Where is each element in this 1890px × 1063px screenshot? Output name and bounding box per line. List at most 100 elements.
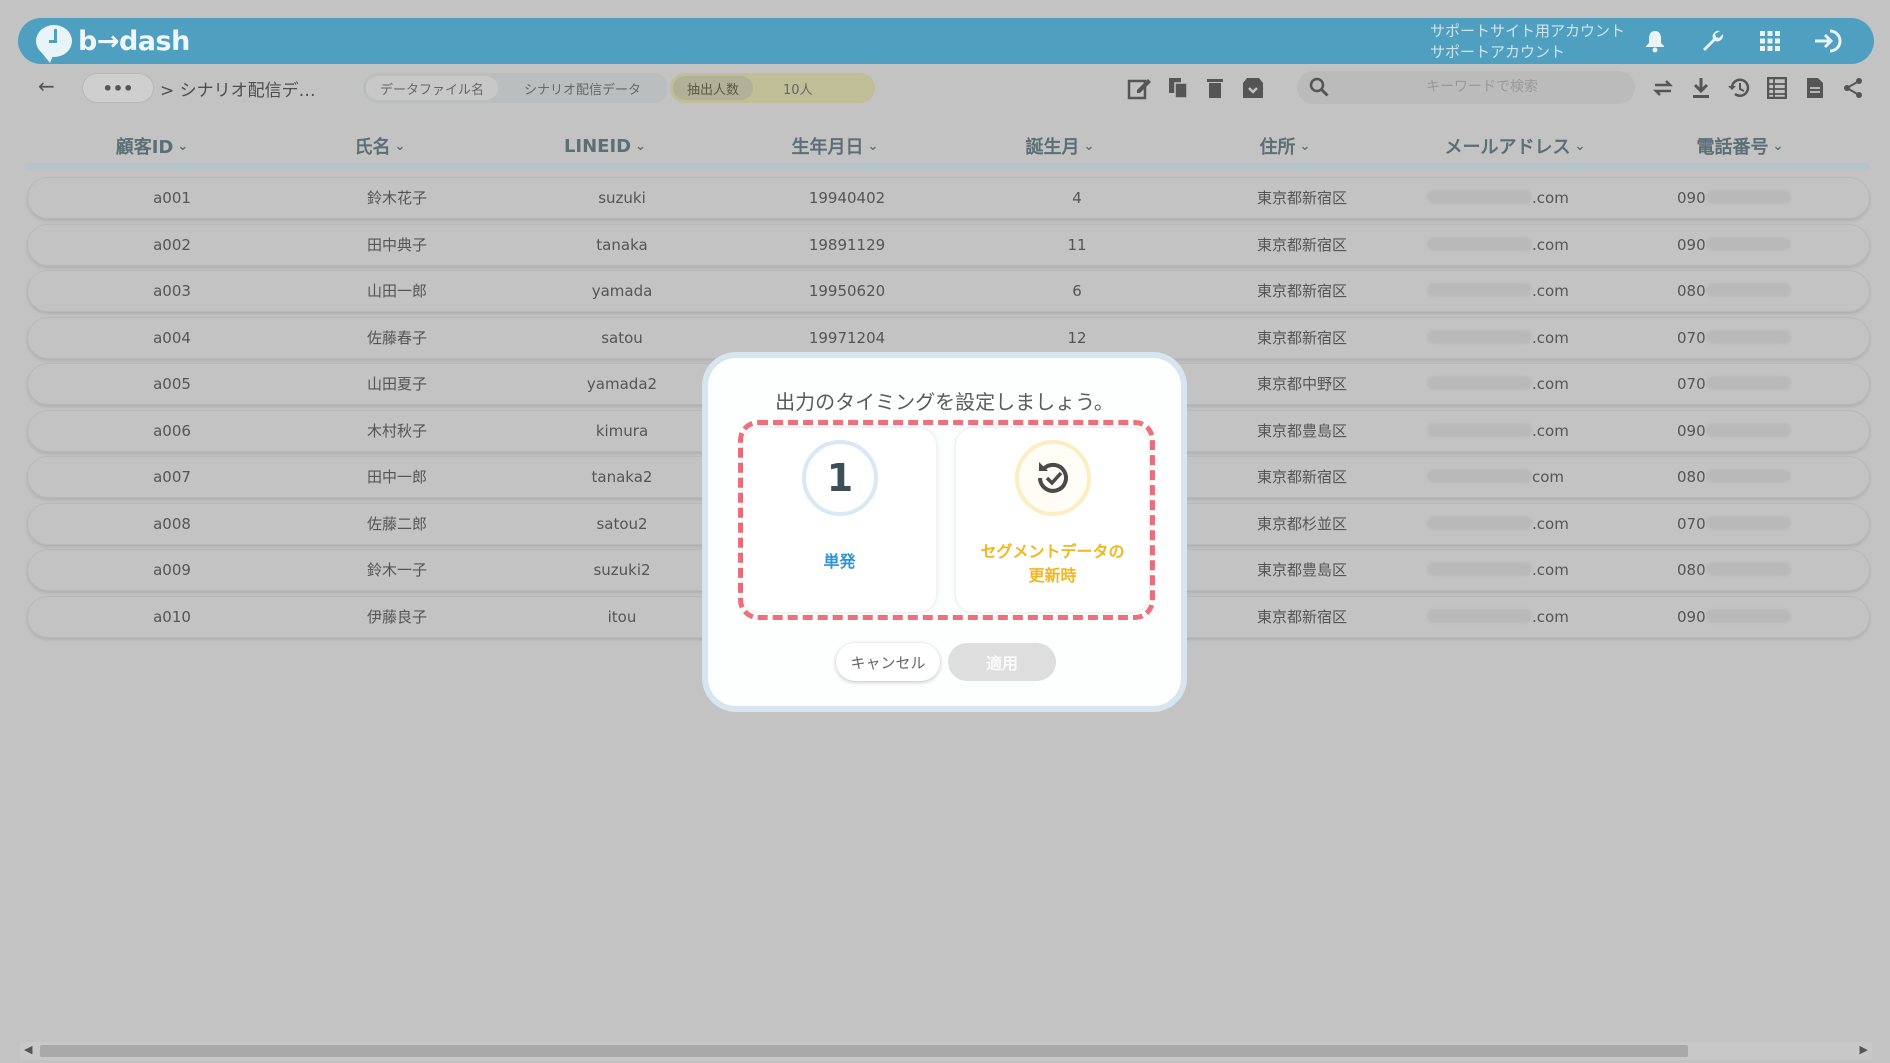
cancel-button[interactable]: キャンセル [836,643,940,681]
wrench-icon[interactable] [1698,27,1728,55]
sync-icon[interactable] [1648,74,1678,102]
cell-email: .com [1427,224,1627,266]
cell-email: .com [1427,177,1627,219]
phone-prefix: 070 [1677,328,1706,347]
one-time-icon: 1 [802,440,878,516]
account-name-line2: サポートアカウント [1430,43,1566,61]
cell-email: .com [1427,363,1627,405]
apps-grid-icon[interactable] [1755,27,1785,55]
cell-phone: 070 [1677,363,1827,405]
cell-birth-month: 6 [1072,282,1082,300]
cell-lineid: satou2 [596,514,648,533]
scrollbar-thumb[interactable] [40,1045,1688,1057]
option-segment-update[interactable]: セグメントデータの 更新時 [956,428,1149,612]
email-suffix: .com [1532,561,1569,579]
history-icon[interactable] [1724,74,1754,102]
column-header-phone[interactable]: 電話番号 ⌄ [1675,133,1805,159]
horizontal-scrollbar[interactable]: ◀ ▶ [20,1042,1872,1060]
bell-icon[interactable] [1640,27,1670,55]
archive-icon[interactable] [1238,74,1268,102]
cell-name: 田中典子 [366,235,427,254]
data-file-label[interactable]: データファイル名 [366,76,499,100]
redacted-email [1427,422,1532,437]
account-info[interactable]: サポートサイト用アカウント サポートアカウント [1430,21,1625,63]
cell-name: 佐藤二郎 [366,514,427,533]
data-file-value[interactable]: シナリオ配信データ [498,76,655,100]
cell-phone: 090 [1677,177,1827,219]
cell-address: 東京都新宿区 [1256,235,1347,254]
column-header-name[interactable]: 氏名 ⌄ [320,133,440,159]
trash-icon[interactable] [1200,74,1230,102]
bdash-logo[interactable]: b→dash [36,24,190,63]
phone-prefix: 090 [1677,235,1706,254]
table-row[interactable]: a004 佐藤春子 satou 19971204 12 東京都新宿区 .com 070 [27,316,1870,359]
cell-name: 木村秋子 [366,421,427,440]
cell-phone: 090 [1677,410,1827,452]
redacted-email [1427,608,1532,623]
cell-lineid: tanaka [596,235,648,254]
option-segment-label: セグメントデータの 更新時 [980,542,1125,585]
extract-count-value: 10人 [783,82,813,98]
cell-address: 東京都新宿区 [1256,468,1347,486]
chevron-down-icon: ⌄ [177,138,189,154]
scroll-right-icon[interactable]: ▶ [1860,1043,1868,1056]
breadcrumb[interactable]: > シナリオ配信デ… [160,76,316,101]
chevron-down-icon: ⌄ [1083,138,1095,154]
download-icon[interactable] [1686,74,1716,102]
redacted-phone [1705,376,1791,390]
column-header-customer-id[interactable]: 顧客ID ⌄ [92,133,212,159]
redacted-email [1427,236,1532,251]
copy-icon[interactable] [1163,74,1193,102]
cell-customer-id: a005 [153,375,191,393]
cell-email: .com [1427,503,1627,545]
cell-address: 東京都新宿区 [1256,328,1347,347]
cell-phone: 080 [1677,270,1827,312]
cell-customer-id: a006 [153,421,191,440]
email-suffix: .com [1532,514,1569,533]
email-suffix: .com [1532,328,1569,347]
cell-birthdate: 19891129 [808,235,886,254]
cell-email: .com [1427,410,1627,452]
column-header-birthdate[interactable]: 生年月日 ⌄ [770,133,900,159]
cell-customer-id: a007 [153,468,191,486]
account-name-line1: サポートサイト用アカウント [1430,22,1626,40]
table-row[interactable]: a002 田中典子 tanaka 19891129 11 東京都新宿区 .com 090 [27,223,1870,266]
email-suffix: .com [1532,421,1569,440]
cell-lineid: satou [601,328,643,347]
cell-name: 伊藤良子 [366,607,427,626]
table-view-icon[interactable] [1762,74,1792,102]
document-icon[interactable] [1800,74,1830,102]
column-header-email[interactable]: メールアドレス ⌄ [1420,133,1610,159]
logout-icon[interactable] [1813,27,1843,55]
table-row[interactable]: a003 山田一郎 yamada 19950620 6 東京都新宿区 .com 080 [27,270,1870,312]
cell-lineid: suzuki [598,189,646,207]
chevron-down-icon: ⌄ [1299,138,1311,154]
breadcrumb-more-button[interactable]: ••• [82,73,154,103]
cell-phone: 070 [1677,503,1827,545]
phone-prefix: 090 [1677,421,1706,440]
toolbar: ← ••• > シナリオ配信デ… データファイル名 シナリオ配信データ 抽出人数… [10,64,1880,112]
scroll-left-icon[interactable]: ◀ [24,1043,32,1056]
search-input[interactable] [1347,75,1617,99]
edit-icon[interactable] [1125,74,1155,102]
extract-count-badge: 抽出人数 10人 [670,73,875,103]
arrow-left-icon[interactable]: ← [38,74,55,98]
cell-phone: 090 [1677,224,1827,266]
column-header-lineid[interactable]: LINEID ⌄ [545,133,665,159]
chevron-down-icon: ⌄ [394,138,406,154]
table-row[interactable]: a001 鈴木花子 suzuki 19940402 4 東京都新宿区 .com 090 [27,177,1870,219]
column-header-birth-month[interactable]: 誕生月 ⌄ [1000,133,1120,159]
apply-button[interactable]: 適用 [948,643,1056,681]
phone-prefix: 080 [1677,282,1706,300]
option-once[interactable]: 1 単発 [743,428,936,612]
data-file-switch: データファイル名 シナリオ配信データ [363,73,668,103]
share-icon[interactable] [1838,74,1868,102]
cell-email: .com [1427,549,1627,591]
chevron-down-icon: ⌄ [1772,138,1784,154]
cell-lineid: kimura [595,421,649,440]
email-suffix: .com [1532,235,1569,254]
redacted-phone [1705,469,1791,483]
phone-prefix: 080 [1677,561,1706,579]
email-suffix: .com [1532,607,1569,626]
column-header-address[interactable]: 住所 ⌄ [1225,133,1345,159]
